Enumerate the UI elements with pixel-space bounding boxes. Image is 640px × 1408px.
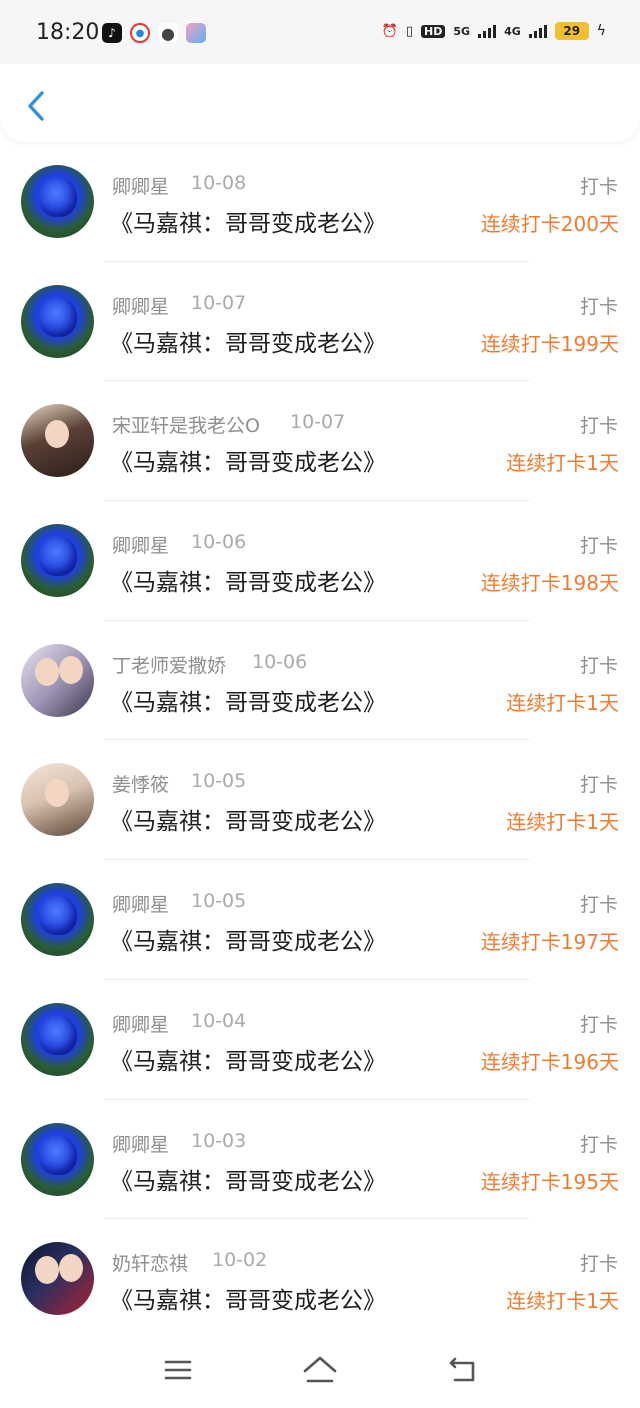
avatar[interactable] xyxy=(21,284,94,358)
book-title[interactable]: 《马嘉祺：哥哥变成老公》 xyxy=(110,922,386,956)
list-item[interactable]: 卿卿星 10-07 《马嘉祺：哥哥变成老公》 打卡连续打卡199天 xyxy=(0,262,640,382)
streak-count: 连续打卡195天 xyxy=(480,1169,619,1194)
checkin-type: 打卡 xyxy=(579,1133,618,1156)
avatar[interactable] xyxy=(21,404,94,478)
system-back-button[interactable] xyxy=(442,1352,482,1388)
vibrate-icon: ▯ xyxy=(405,23,414,39)
top-nav-bar xyxy=(0,64,640,142)
user-name[interactable]: 卿卿星 xyxy=(112,1010,169,1037)
list-item[interactable]: 姜悸筱 10-05 《马嘉祺：哥哥变成老公》 打卡连续打卡1天 xyxy=(0,740,640,861)
streak-count: 连续打卡1天 xyxy=(506,690,619,715)
checkin-type: 打卡 xyxy=(579,774,618,797)
streak-count: 连续打卡1天 xyxy=(506,810,619,835)
list-item[interactable]: 卿卿星 10-08 《马嘉祺：哥哥变成老公》 打卡连续打卡200天 xyxy=(0,142,640,262)
chevron-left-icon xyxy=(28,91,44,121)
checkin-type: 打卡 xyxy=(579,176,618,198)
book-title[interactable]: 《马嘉祺：哥哥变成老公》 xyxy=(110,1281,386,1315)
system-nav-bar xyxy=(0,1330,640,1408)
battery-level: 29 xyxy=(554,22,589,40)
game-app-icon xyxy=(186,23,206,43)
status-bar: 18:20 ♪ ● ● ⏰ ▯ HD 5G 4G 29 ϟ xyxy=(0,0,640,64)
return-icon xyxy=(449,1357,475,1382)
avatar[interactable] xyxy=(21,763,94,837)
post-date: 10-06 xyxy=(252,650,308,673)
streak-count: 连续打卡200天 xyxy=(480,212,619,236)
post-date: 10-07 xyxy=(191,291,247,314)
post-date: 10-02 xyxy=(212,1249,268,1272)
avatar[interactable] xyxy=(21,883,94,957)
checkin-type: 打卡 xyxy=(579,295,618,318)
avatar[interactable] xyxy=(21,643,94,717)
post-date: 10-05 xyxy=(191,770,247,793)
menu-icon xyxy=(164,1360,192,1380)
qq-icon: ● xyxy=(130,23,150,43)
streak-count: 连续打卡199天 xyxy=(480,331,619,356)
alarm-icon: ⏰ xyxy=(381,23,398,39)
checkin-type: 打卡 xyxy=(579,415,618,438)
list-item[interactable]: 宋亚轩是我老公O 10-07 《马嘉祺：哥哥变成老公》 打卡连续打卡1天 xyxy=(0,381,640,502)
book-title[interactable]: 《马嘉祺：哥哥变成老公》 xyxy=(110,1042,386,1076)
checkin-type: 打卡 xyxy=(579,1013,618,1036)
book-title[interactable]: 《马嘉祺：哥哥变成老公》 xyxy=(110,1162,386,1196)
back-button[interactable] xyxy=(18,84,54,128)
charging-icon: ϟ xyxy=(596,23,606,39)
post-date: 10-07 xyxy=(290,411,346,434)
streak-count: 连续打卡196天 xyxy=(480,1049,619,1074)
book-title[interactable]: 《马嘉祺：哥哥变成老公》 xyxy=(110,563,386,597)
hd-badge: HD xyxy=(421,24,446,38)
book-title[interactable]: 《马嘉祺：哥哥变成老公》 xyxy=(110,324,386,358)
user-name[interactable]: 宋亚轩是我老公O xyxy=(112,411,260,438)
checkin-type: 打卡 xyxy=(579,535,618,558)
chat-bubble-icon: ● xyxy=(158,23,178,43)
user-name[interactable]: 卿卿星 xyxy=(112,172,169,199)
avatar[interactable] xyxy=(21,1002,94,1076)
streak-count: 连续打卡198天 xyxy=(480,571,619,596)
home-icon xyxy=(303,1356,337,1383)
home-button[interactable] xyxy=(300,1352,340,1388)
avatar[interactable] xyxy=(21,524,94,598)
checkin-type: 打卡 xyxy=(579,654,618,677)
book-title[interactable]: 《马嘉祺：哥哥变成老公》 xyxy=(110,683,386,717)
post-date: 10-04 xyxy=(191,1009,247,1032)
user-name[interactable]: 卿卿星 xyxy=(112,890,169,917)
user-name[interactable]: 丁老师爱撒娇 xyxy=(112,651,226,678)
status-time: 18:20 xyxy=(36,20,100,45)
checkin-list: 卿卿星 10-08 《马嘉祺：哥哥变成老公》 打卡 连续打卡200天 卿卿星 10-07 《马… xyxy=(0,142,640,1339)
book-title[interactable]: 《马嘉祺：哥哥变成老公》 xyxy=(110,443,386,477)
post-date: 10-06 xyxy=(191,531,247,554)
user-name[interactable]: 卿卿星 xyxy=(112,1130,169,1157)
avatar[interactable] xyxy=(21,1122,94,1196)
avatar[interactable] xyxy=(21,165,94,238)
net-5g-label: 5G xyxy=(453,24,471,38)
list-item[interactable]: 丁老师爱撒娇 10-06 《马嘉祺：哥哥变成老公》 打卡连续打卡1天 xyxy=(0,621,640,741)
user-name[interactable]: 姜悸筱 xyxy=(112,770,169,797)
list-item[interactable]: 卿卿星 10-04 《马嘉祺：哥哥变成老公》 打卡连续打卡196天 xyxy=(0,980,640,1100)
streak-count: 连续打卡1天 xyxy=(506,451,619,476)
user-name[interactable]: 奶轩恋祺 xyxy=(112,1249,188,1276)
streak-count: 连续打卡1天 xyxy=(506,1289,619,1314)
user-name[interactable]: 卿卿星 xyxy=(112,531,169,558)
net-4g-label: 4G xyxy=(504,24,521,38)
post-date: 10-08 xyxy=(191,172,247,194)
checkin-type: 打卡 xyxy=(579,894,618,917)
signal-icon xyxy=(478,24,497,38)
book-title[interactable]: 《马嘉祺：哥哥变成老公》 xyxy=(110,802,386,836)
streak-count: 连续打卡197天 xyxy=(480,930,619,955)
status-indicators: ⏰ ▯ HD 5G 4G 29 ϟ xyxy=(382,22,606,40)
checkin-type: 打卡 xyxy=(579,1253,618,1276)
tiktok-icon: ♪ xyxy=(102,23,122,43)
list-item[interactable]: 奶轩恋祺 10-02 《马嘉祺：哥哥变成老公》 打卡连续打卡1天 xyxy=(0,1219,640,1339)
signal-icon-2 xyxy=(528,24,547,38)
post-date: 10-03 xyxy=(191,1129,247,1152)
book-title[interactable]: 《马嘉祺：哥哥变成老公》 xyxy=(110,204,386,238)
post-date: 10-05 xyxy=(191,890,247,913)
list-item[interactable]: 卿卿星 10-06 《马嘉祺：哥哥变成老公》 打卡连续打卡198天 xyxy=(0,501,640,621)
user-name[interactable]: 卿卿星 xyxy=(112,292,169,319)
menu-button[interactable] xyxy=(158,1352,198,1388)
list-item[interactable]: 卿卿星 10-03 《马嘉祺：哥哥变成老公》 打卡连续打卡195天 xyxy=(0,1100,640,1220)
list-item[interactable]: 卿卿星 10-05 《马嘉祺：哥哥变成老公》 打卡连续打卡197天 xyxy=(0,860,640,980)
notification-icons: ♪ ● ● xyxy=(102,23,206,43)
avatar[interactable] xyxy=(21,1242,94,1316)
